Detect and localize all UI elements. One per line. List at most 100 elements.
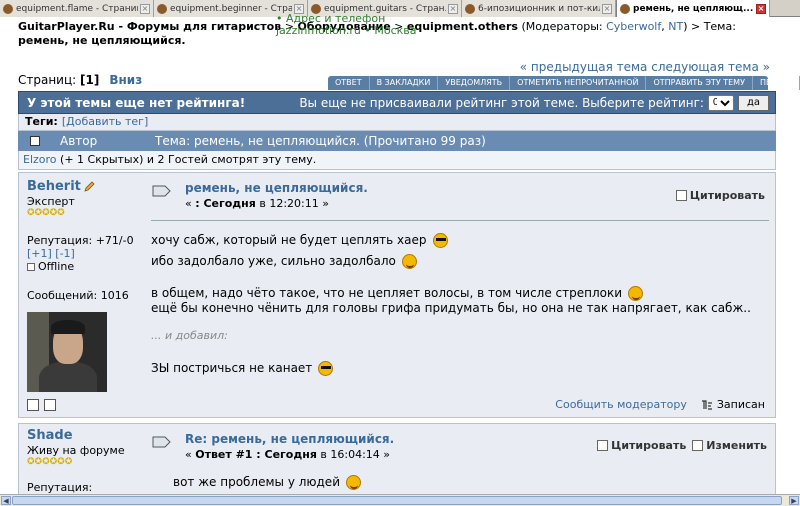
post-body: вот же проблемы у людей: [173, 475, 769, 490]
tab-close-icon[interactable]: ×: [448, 3, 458, 14]
rating-bar: У этой темы еще нет рейтинга! Вы еще не …: [18, 91, 776, 114]
rating-status: У этой темы еще нет рейтинга!: [27, 95, 246, 110]
date-time: в 12:20:11 »: [255, 197, 329, 210]
report-to-moderator-link[interactable]: Сообщить модератору: [555, 398, 687, 411]
online-status: Offline: [27, 260, 147, 273]
topic-nav-links[interactable]: « предыдущая тема следующая тема »: [520, 60, 770, 74]
smiley-icon: [401, 254, 417, 269]
post-footer-icons: [27, 399, 61, 411]
topic-icon: [30, 136, 40, 146]
reputation-vote-links[interactable]: [+1] [-1]: [27, 247, 147, 260]
post-date: « Ответ #1 : Сегодня в 16:04:14 »: [185, 448, 394, 461]
post-text: в общем, надо чёто такое, что не цепляет…: [151, 286, 623, 300]
tab-label: 6-ипозиционник и пот-кил...: [478, 3, 600, 14]
post-content: ремень, не цепляющийся. « : Сегодня в 12…: [151, 181, 769, 376]
send-topic-button[interactable]: ОТПРАВИТЬ ЭТУ ТЕМУ: [646, 76, 753, 90]
author-message-count: Сообщений: 1016: [27, 289, 129, 302]
post-actions: Цитировать Изменить: [591, 439, 767, 452]
overlay-ad-links[interactable]: • Адрес и телефон jazzinmotion.ru • Моск…: [276, 13, 417, 37]
ad-line[interactable]: jazzinmotion.ru • Москва: [276, 25, 417, 37]
author-rank: Живу на форуме: [27, 444, 125, 457]
quote-button[interactable]: Цитировать: [611, 439, 686, 452]
reply-button[interactable]: ОТВЕТ: [328, 76, 370, 90]
rank-stars-icon: ✪✪✪✪✪: [27, 208, 65, 218]
notify-button[interactable]: УВЕДОМЛЯТЬ: [438, 76, 511, 90]
scroll-right-icon[interactable]: ▶: [789, 496, 799, 505]
post-text: вот же проблемы у людей: [173, 475, 340, 489]
post: Shade Живу на форуме ✪✪✪✪✪✪ Репутация: R…: [18, 423, 776, 495]
post-author-panel: Beherit Эксперт ✪✪✪✪✪ Репутация: +71/-0 …: [27, 179, 147, 392]
pagination: Страниц: [1] Вниз: [18, 73, 142, 87]
author-rank: Эксперт: [27, 195, 75, 208]
viewers-text: (+ 1 Скрытых) и 2 Гостей смотрят эту тем…: [56, 153, 317, 166]
avatar-hair: [51, 320, 85, 334]
post-title-link[interactable]: Re: ремень, не цепляющийся.: [185, 432, 394, 446]
tab-label: equipment.flame - Страниц...: [16, 3, 138, 14]
browser-tab-4[interactable]: ремень, не цепляющ... ×: [616, 0, 770, 17]
author-reputation: Репутация: +71/-0: [27, 234, 134, 247]
author-name-link[interactable]: Beherit: [27, 179, 81, 194]
post-title-link[interactable]: ремень, не цепляющийся.: [185, 181, 368, 195]
moderator-link[interactable]: Cyberwolf: [606, 20, 661, 33]
post-text: ЗЫ постричься не канает: [151, 361, 313, 375]
site-favicon-icon: [620, 3, 630, 14]
bookmark-button[interactable]: В ЗАКЛАДКИ: [370, 76, 439, 90]
print-button[interactable]: ПЕЧАТЬ: [753, 76, 800, 90]
tab-label: equipment.beginner - Стра...: [170, 3, 292, 14]
rating-select[interactable]: 0: [707, 94, 734, 111]
rating-submit-button[interactable]: да: [737, 94, 769, 111]
viewers-row: Elzoro (+ 1 Скрытых) и 2 Гостей смотрят …: [18, 151, 776, 170]
logged-label: Записан: [716, 398, 765, 411]
laughing-smiley-icon: [628, 286, 644, 301]
message-icon: [152, 436, 171, 448]
topic-column-header: Тема: ремень, не цепляющийся. (Прочитано…: [155, 134, 486, 148]
scrollbar-thumb[interactable]: [12, 496, 782, 505]
edit-button[interactable]: Изменить: [706, 439, 767, 452]
cool-smiley-icon: [318, 361, 334, 376]
add-tag-link[interactable]: [Добавить тег]: [62, 115, 148, 128]
profile-icon[interactable]: [27, 399, 39, 411]
date-time: в 16:04:14 »: [316, 448, 391, 461]
post-footer-actions: Сообщить модератору Записан: [555, 398, 765, 411]
status-text: Offline: [38, 260, 75, 273]
moderators-label: (Модераторы:: [517, 20, 607, 33]
message-user-icon[interactable]: [44, 399, 56, 411]
site-favicon-icon: [157, 3, 167, 14]
tab-close-icon[interactable]: ×: [602, 3, 612, 14]
browser-tab-0[interactable]: equipment.flame - Страниц... ×: [0, 0, 154, 17]
scroll-down-link[interactable]: Вниз: [109, 73, 142, 87]
post-text: хочу сабж, который не будет цеплять хаер: [151, 233, 427, 247]
rating-form: Вы еще не присваивали рейтинг этой теме.…: [299, 94, 775, 111]
author-name-row: Beherit: [27, 179, 147, 194]
viewer-user-link[interactable]: Elzoro: [23, 153, 57, 166]
horizontal-scrollbar[interactable]: ◀ ▶: [0, 494, 800, 506]
post-body: хочу сабж, который не будет цеплять хаер…: [151, 233, 769, 376]
avatar: [27, 312, 107, 392]
post-line: вот же проблемы у людей: [173, 475, 769, 490]
current-page: [1]: [80, 73, 100, 87]
quote-button[interactable]: Цитировать: [675, 189, 765, 202]
post-date: « : Сегодня в 12:20:11 »: [185, 197, 368, 210]
scroll-left-icon[interactable]: ◀: [1, 496, 11, 505]
breadcrumb-forum[interactable]: equipment.others: [407, 20, 518, 33]
moderator-link[interactable]: NT: [668, 20, 683, 33]
browser-tab-3[interactable]: 6-ипозиционник и пот-кил... ×: [462, 0, 616, 17]
pages-label: Страниц:: [18, 73, 81, 87]
author-reputation: Репутация:: [27, 481, 93, 494]
topic-header: Автор Тема: ремень, не цепляющийся. (Про…: [18, 131, 776, 151]
date-prefix: «: [185, 197, 196, 210]
pencil-icon: [84, 181, 95, 192]
tags-label: Теги:: [25, 115, 58, 128]
tab-close-icon[interactable]: ×: [756, 3, 766, 14]
breadcrumb-site[interactable]: GuitarPlayer.Ru - Форумы для гитаристов: [18, 20, 281, 33]
tab-close-icon[interactable]: ×: [140, 3, 150, 14]
mark-unread-button[interactable]: ОТМЕТИТЬ НЕПРОЧИТАННОЙ: [510, 76, 647, 90]
breadcrumb-separator: ) > Тема:: [683, 20, 736, 33]
post-line: в общем, надо чёто такое, что не цепляет…: [151, 286, 769, 301]
cool-smiley-icon: [432, 233, 448, 248]
post-line: ещё бы конечно чёнить для головы грифа п…: [151, 301, 769, 316]
post: Beherit Эксперт ✪✪✪✪✪ Репутация: +71/-0 …: [18, 172, 776, 418]
site-favicon-icon: [465, 3, 475, 14]
author-name-link[interactable]: Shade: [27, 428, 73, 443]
post-author-panel: Shade Живу на форуме ✪✪✪✪✪✪ Репутация:: [27, 428, 147, 494]
